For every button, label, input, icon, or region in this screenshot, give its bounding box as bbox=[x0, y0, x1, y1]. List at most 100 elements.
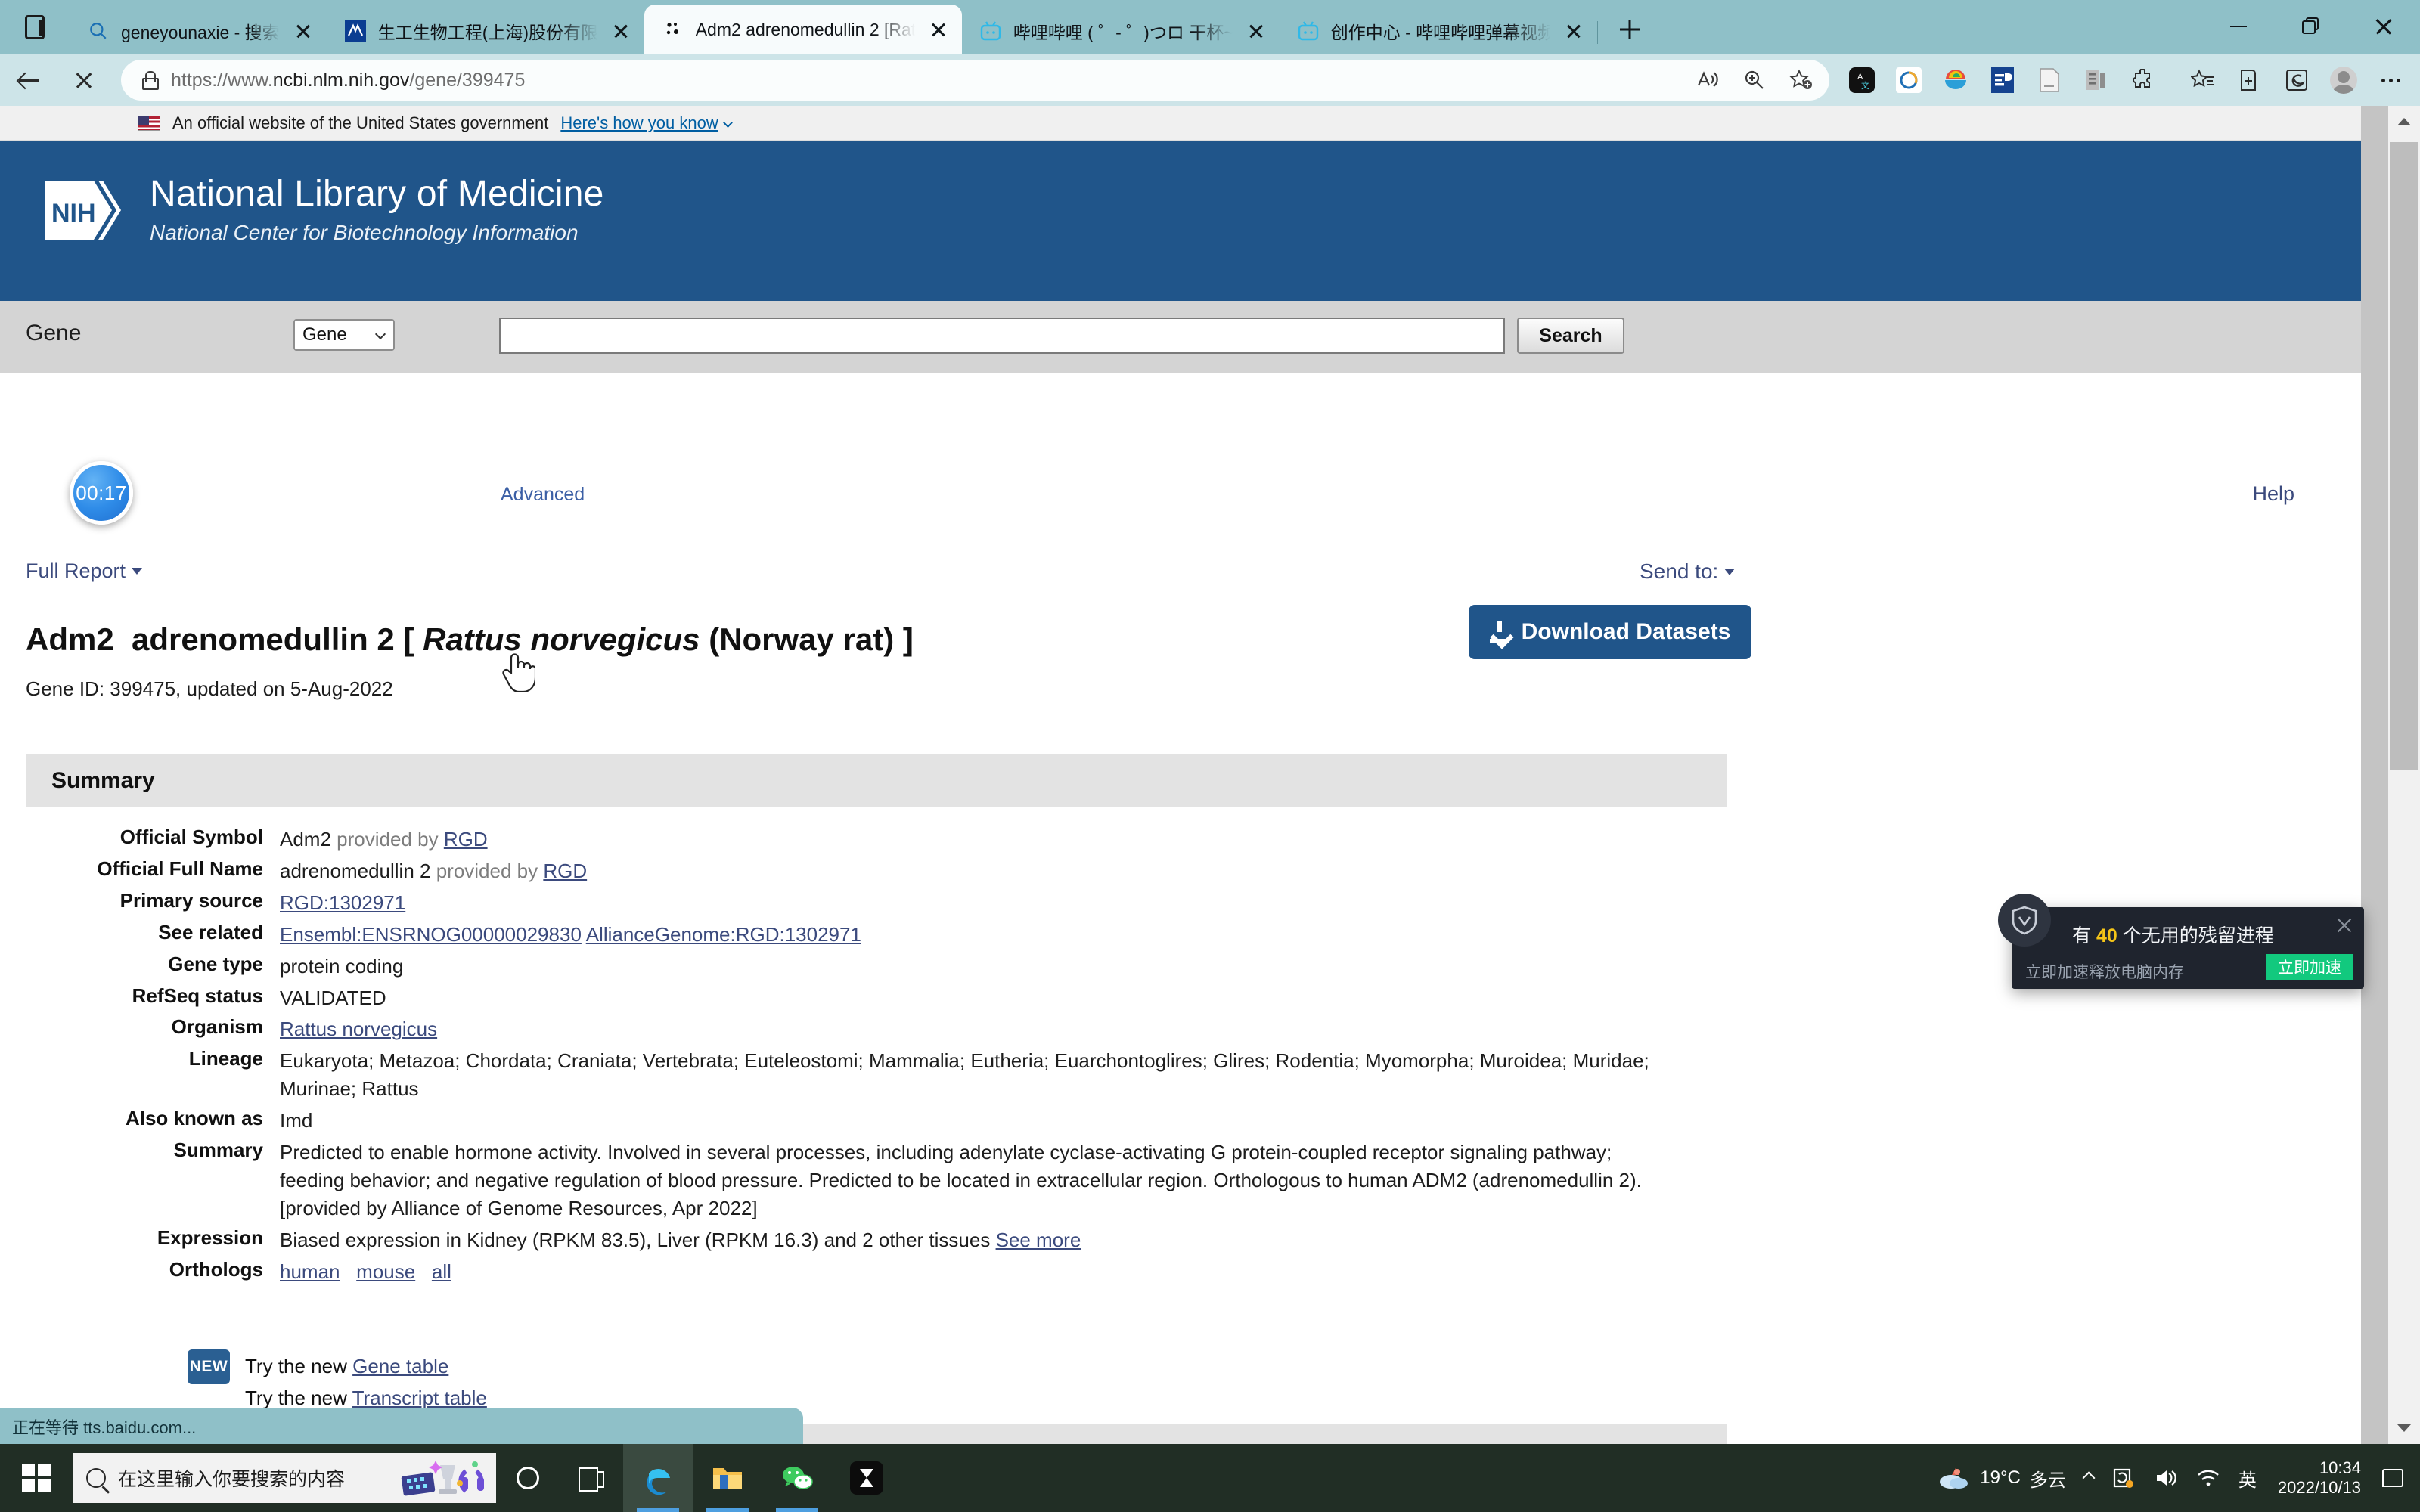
settings-more-button[interactable] bbox=[2367, 59, 2414, 101]
summary-row-refseq-status: RefSeq status VALIDATED bbox=[0, 984, 1739, 1012]
action-center-button[interactable] bbox=[2373, 1444, 2412, 1512]
taskbar-search-box[interactable]: 在这里输入你要搜索的内容 bbox=[73, 1453, 496, 1503]
taskbar-search-placeholder: 在这里输入你要搜索的内容 bbox=[118, 1469, 346, 1490]
profile-avatar[interactable] bbox=[2320, 59, 2367, 101]
heres-how-you-know-link[interactable]: Here's how you know bbox=[560, 113, 733, 133]
document-icon[interactable] bbox=[2026, 59, 2073, 101]
minimize-button[interactable] bbox=[2202, 0, 2275, 53]
tray-ime-indicator[interactable]: 英 bbox=[2229, 1444, 2266, 1512]
favorites-list-icon[interactable] bbox=[2180, 59, 2226, 101]
organism-link[interactable]: Rattus norvegicus bbox=[280, 1018, 437, 1040]
active-app-indicator bbox=[706, 1508, 749, 1512]
toast-accelerate-button[interactable]: 立即加速 bbox=[2266, 954, 2353, 980]
ortholog-mouse-link[interactable]: mouse bbox=[356, 1260, 415, 1283]
summary-row-primary-source: Primary source RGD:1302971 bbox=[0, 889, 1739, 917]
add-favorite-icon[interactable] bbox=[1779, 63, 1823, 98]
summary-row-organism: Organism Rattus norvegicus bbox=[0, 1015, 1739, 1043]
start-button[interactable] bbox=[0, 1444, 73, 1512]
browser-tab-2[interactable]: 生工生物工程(上海)股份有限公司 bbox=[327, 8, 645, 54]
taskbar-app-file-explorer[interactable] bbox=[693, 1444, 762, 1512]
zoom-icon[interactable] bbox=[1733, 63, 1776, 98]
official-symbol-value: Adm2 bbox=[280, 828, 331, 850]
address-bar-actions bbox=[1686, 63, 1823, 98]
alliancegenome-link[interactable]: AllianceGenome:RGD:1302971 bbox=[586, 923, 861, 946]
advanced-search-link[interactable]: Advanced bbox=[501, 484, 585, 506]
extensions-icon[interactable] bbox=[2120, 59, 2167, 101]
nlm-brand[interactable]: NIH National Library of Medicine Nationa… bbox=[42, 175, 604, 245]
rgd-link[interactable]: RGD bbox=[444, 828, 488, 850]
nlm-subtitle: National Center for Biotechnology Inform… bbox=[150, 221, 579, 245]
app-browser-icon[interactable] bbox=[1885, 59, 1932, 101]
tray-onedrive-sync-icon[interactable] bbox=[2102, 1444, 2145, 1512]
ortholog-human-link[interactable]: human bbox=[280, 1260, 340, 1283]
app-a-icon[interactable]: A文 bbox=[1838, 59, 1885, 101]
avatar bbox=[2330, 67, 2357, 94]
transcript-table-link[interactable]: Transcript table bbox=[352, 1387, 487, 1409]
tray-overflow-button[interactable] bbox=[2075, 1444, 2102, 1512]
scroll-down-button[interactable] bbox=[2388, 1412, 2420, 1444]
search-input[interactable] bbox=[499, 318, 1505, 354]
stop-button[interactable] bbox=[56, 59, 112, 101]
database-select[interactable]: Gene bbox=[293, 319, 395, 351]
section-header-summary[interactable]: Summary bbox=[26, 754, 1727, 807]
back-button[interactable] bbox=[0, 59, 56, 101]
cortana-button[interactable] bbox=[496, 1444, 560, 1512]
summary-row-expression: Expression Biased expression in Kidney (… bbox=[0, 1226, 1739, 1254]
tray-network-icon[interactable] bbox=[2187, 1444, 2229, 1512]
tab-close-icon[interactable] bbox=[1243, 18, 1269, 44]
download-datasets-button[interactable]: Download Datasets bbox=[1469, 605, 1751, 659]
read-aloud-icon[interactable] bbox=[1686, 63, 1730, 98]
row-label: See related bbox=[158, 920, 263, 943]
browser-tab-5[interactable]: 创作中心 - 哔哩哔哩弹幕视频网 bbox=[1280, 8, 1598, 54]
maximize-button[interactable] bbox=[2275, 0, 2347, 53]
collections-icon[interactable] bbox=[2073, 59, 2120, 101]
add-collection-icon[interactable] bbox=[2226, 59, 2273, 101]
new-tables-links: Try the new Gene table Try the new Trans… bbox=[245, 1349, 487, 1414]
refseq-status-value: VALIDATED bbox=[280, 986, 386, 1009]
new-tab-button[interactable] bbox=[1609, 9, 1650, 50]
provided-by-text: provided by bbox=[436, 859, 538, 882]
scrollbar-track[interactable] bbox=[2388, 106, 2420, 1444]
row-label: Lineage bbox=[188, 1047, 263, 1070]
page-viewport: An official website of the United States… bbox=[0, 106, 2361, 1444]
url-text: https://www.ncbi.nlm.nih.gov/gene/399475 bbox=[171, 70, 1686, 91]
tray-weather[interactable]: 19°C 多云 bbox=[1928, 1444, 2075, 1512]
rgd-link[interactable]: RGD bbox=[543, 860, 587, 882]
search-button[interactable]: Search bbox=[1517, 318, 1624, 354]
tab-close-icon[interactable] bbox=[290, 18, 316, 44]
tab-close-icon[interactable] bbox=[926, 17, 951, 42]
primary-source-link[interactable]: RGD:1302971 bbox=[280, 891, 405, 914]
help-link[interactable]: Help bbox=[2252, 482, 2294, 506]
taskbar-app-edge[interactable] bbox=[623, 1444, 693, 1512]
tray-volume-icon[interactable] bbox=[2145, 1444, 2187, 1512]
row-label: Summary bbox=[173, 1139, 264, 1162]
task-view-button[interactable] bbox=[560, 1444, 623, 1512]
app-p-icon[interactable] bbox=[1979, 59, 2026, 101]
toast-close-icon[interactable] bbox=[2335, 916, 2353, 934]
tray-clock[interactable]: 10:34 2022/10/13 bbox=[2266, 1444, 2373, 1512]
edge-sidebar-icon[interactable] bbox=[2273, 59, 2320, 101]
send-to-dropdown[interactable]: Send to: bbox=[1640, 559, 1736, 584]
taskbar-app-hourglass[interactable] bbox=[832, 1444, 901, 1512]
browser-tab-4[interactable]: 哔哩哔哩 ( ゜- ゜)つロ 干杯~-bilib bbox=[962, 8, 1280, 54]
page-scrollbar[interactable] bbox=[2361, 106, 2420, 1444]
see-more-link[interactable]: See more bbox=[996, 1228, 1081, 1251]
close-window-button[interactable] bbox=[2347, 0, 2420, 53]
ensembl-link[interactable]: Ensembl:ENSRNOG00000029830 bbox=[280, 923, 582, 946]
vertical-tabs-button[interactable] bbox=[0, 0, 70, 54]
scrollbar-thumb[interactable] bbox=[2390, 142, 2418, 770]
full-report-dropdown[interactable]: Full Report bbox=[26, 559, 143, 583]
browser-tab-3-active[interactable]: Adm2 adrenomedullin 2 [Rattus bbox=[644, 5, 962, 54]
row-value: Rattus norvegicus bbox=[263, 1015, 437, 1043]
tab-close-icon[interactable] bbox=[1561, 18, 1587, 44]
tab-title: geneyounaxie - 搜索 bbox=[121, 23, 280, 42]
taskbar-app-wechat[interactable] bbox=[762, 1444, 832, 1512]
scroll-up-button[interactable] bbox=[2388, 106, 2420, 138]
gene-table-link[interactable]: Gene table bbox=[352, 1355, 448, 1377]
ortholog-all-link[interactable]: all bbox=[432, 1260, 451, 1283]
address-bar[interactable]: https://www.ncbi.nlm.nih.gov/gene/399475 bbox=[121, 60, 1829, 101]
browser-tab-1[interactable]: geneyounaxie - 搜索 bbox=[70, 8, 327, 54]
antivirus-toast-notification[interactable]: 有 40 个无用的残留进程 立即加速释放电脑内存 立即加速 bbox=[1998, 894, 2364, 989]
tab-close-icon[interactable] bbox=[608, 18, 634, 44]
app-colorful-icon[interactable] bbox=[1932, 59, 1979, 101]
